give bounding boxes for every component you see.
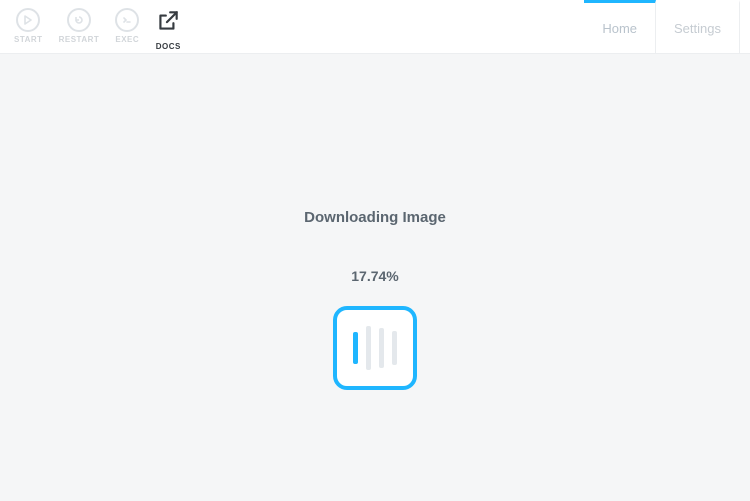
- main-content: Downloading Image 17.74%: [0, 54, 750, 501]
- tab-settings[interactable]: Settings: [656, 0, 740, 53]
- top-bar: START RESTART EXEC DOCS: [0, 0, 750, 54]
- docs-button[interactable]: DOCS: [151, 8, 185, 51]
- external-link-icon: [155, 8, 181, 39]
- tab-home[interactable]: Home: [584, 0, 656, 53]
- docs-label: DOCS: [156, 42, 181, 51]
- start-button[interactable]: START: [10, 8, 47, 44]
- tab-home-label: Home: [602, 21, 637, 36]
- toolbar-left: START RESTART EXEC DOCS: [10, 2, 185, 51]
- status-title: Downloading Image: [304, 209, 446, 226]
- spinner-bar: [379, 328, 384, 368]
- spinner-bar: [392, 331, 397, 365]
- restart-icon: [67, 8, 91, 32]
- spinner-bar: [366, 326, 371, 370]
- tab-settings-label: Settings: [674, 21, 721, 36]
- restart-button[interactable]: RESTART: [55, 8, 104, 44]
- exec-button[interactable]: EXEC: [111, 8, 143, 44]
- tabs: Home Settings: [584, 0, 740, 53]
- loading-spinner: [333, 306, 417, 390]
- spinner-bar: [353, 332, 358, 364]
- terminal-icon: [115, 8, 139, 32]
- status-percent: 17.74%: [351, 268, 398, 284]
- exec-label: EXEC: [115, 35, 139, 44]
- play-icon: [16, 8, 40, 32]
- restart-label: RESTART: [59, 35, 100, 44]
- start-label: START: [14, 35, 43, 44]
